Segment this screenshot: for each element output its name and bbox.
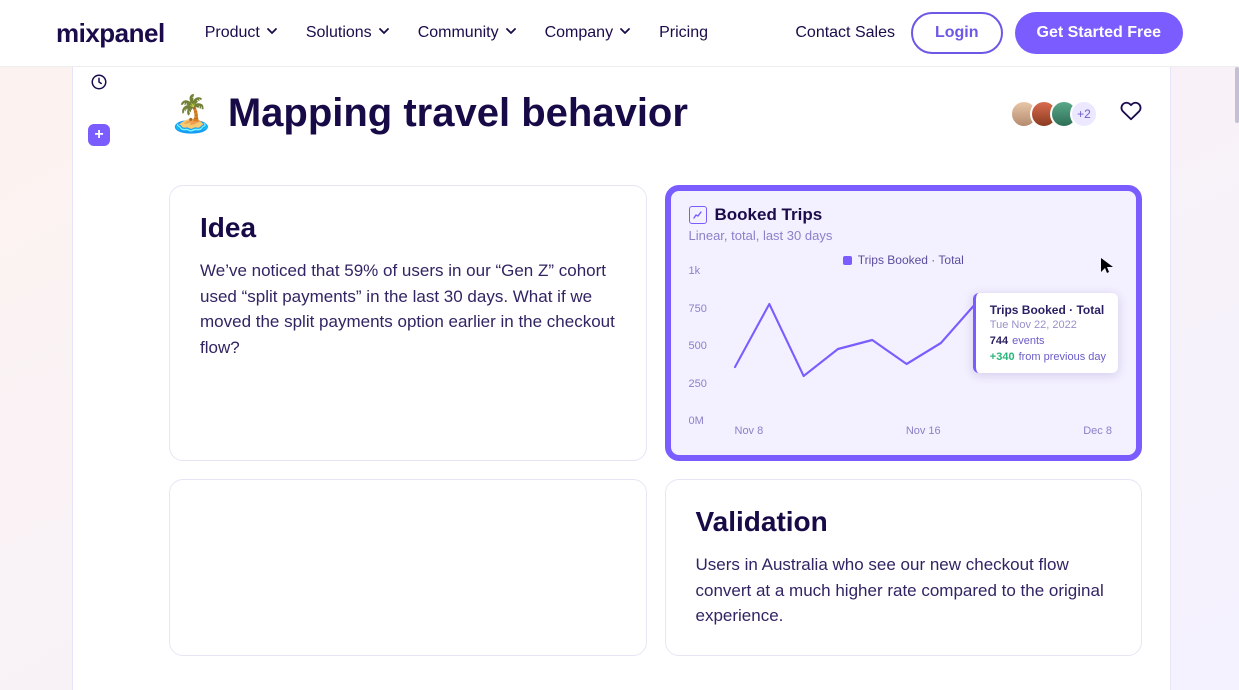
legend-swatch-icon (843, 256, 852, 265)
chart-title: Booked Trips (715, 205, 823, 225)
nav-solutions-label: Solutions (306, 24, 372, 42)
idea-body: We’ve noticed that 59% of users in our “… (200, 258, 616, 360)
validation-heading: Validation (696, 506, 1112, 538)
login-button[interactable]: Login (911, 12, 1003, 54)
chevron-down-icon (266, 24, 278, 42)
line-chart-icon (689, 206, 707, 224)
x-tick: Dec 8 (1083, 425, 1112, 437)
chevron-down-icon (378, 24, 390, 42)
add-block-button[interactable]: + (88, 124, 110, 146)
x-tick: Nov 16 (906, 425, 941, 437)
favorite-icon[interactable] (1120, 100, 1142, 127)
scrollbar-thumb[interactable] (1235, 67, 1239, 123)
nav-company[interactable]: Company (545, 24, 631, 42)
chart-card[interactable]: Booked Trips Linear, total, last 30 days… (665, 185, 1143, 461)
legend-label: Trips Booked · Total (858, 253, 964, 267)
nav-pricing[interactable]: Pricing (659, 24, 708, 42)
chart-subtitle: Linear, total, last 30 days (689, 228, 1119, 243)
nav-product-label: Product (205, 24, 260, 42)
side-toolbar: + (85, 73, 113, 146)
idea-card[interactable]: Idea We’ve noticed that 59% of users in … (169, 185, 647, 461)
cursor-icon (1100, 257, 1114, 278)
tooltip-date: Tue Nov 22, 2022 (990, 319, 1106, 331)
x-tick: Nov 8 (735, 425, 764, 437)
nav-links: Product Solutions Community Company Pric… (205, 24, 708, 42)
tooltip-delta-label: from previous day (1019, 351, 1106, 363)
content-grid: Idea We’ve noticed that 59% of users in … (169, 185, 1142, 656)
nav-company-label: Company (545, 24, 613, 42)
nav-community-label: Community (418, 24, 499, 42)
validation-card[interactable]: Validation Users in Australia who see ou… (665, 479, 1143, 656)
y-tick: 0M (689, 415, 704, 427)
empty-card[interactable] (169, 479, 647, 656)
idea-heading: Idea (200, 212, 616, 244)
page-title: Mapping travel behavior (228, 91, 688, 136)
y-tick: 250 (689, 378, 707, 390)
avatar-more[interactable]: +2 (1070, 100, 1098, 128)
chevron-down-icon (505, 24, 517, 42)
get-started-button[interactable]: Get Started Free (1015, 12, 1183, 54)
y-tick: 500 (689, 340, 707, 352)
x-axis: Nov 8 Nov 16 Dec 8 (735, 425, 1113, 437)
collaborator-avatars[interactable]: +2 (1018, 100, 1098, 128)
nav-pricing-label: Pricing (659, 24, 708, 42)
nav-product[interactable]: Product (205, 24, 278, 42)
tooltip-delta: +340 (990, 351, 1015, 363)
chart-tooltip: Trips Booked · Total Tue Nov 22, 2022 74… (973, 293, 1118, 373)
chart-legend: Trips Booked · Total (689, 253, 1119, 267)
tooltip-unit: events (1012, 335, 1044, 347)
nav-solutions[interactable]: Solutions (306, 24, 390, 42)
validation-body: Users in Australia who see our new check… (696, 552, 1112, 629)
y-tick: 1k (689, 265, 701, 277)
page-header: 🏝️ Mapping travel behavior +2 (169, 91, 1142, 136)
chevron-down-icon (619, 24, 631, 42)
page-emoji: 🏝️ (169, 93, 214, 135)
contact-sales-link[interactable]: Contact Sales (795, 24, 895, 42)
clock-icon[interactable] (90, 73, 108, 96)
y-tick: 750 (689, 303, 707, 315)
nav-community[interactable]: Community (418, 24, 517, 42)
tooltip-value: 744 (990, 335, 1008, 347)
content-panel: + 🏝️ Mapping travel behavior +2 Idea We’… (72, 67, 1171, 690)
top-nav: mixpanel Product Solutions Community Com… (0, 0, 1239, 67)
brand-logo[interactable]: mixpanel (56, 18, 165, 49)
tooltip-series: Trips Booked · Total (990, 303, 1106, 317)
